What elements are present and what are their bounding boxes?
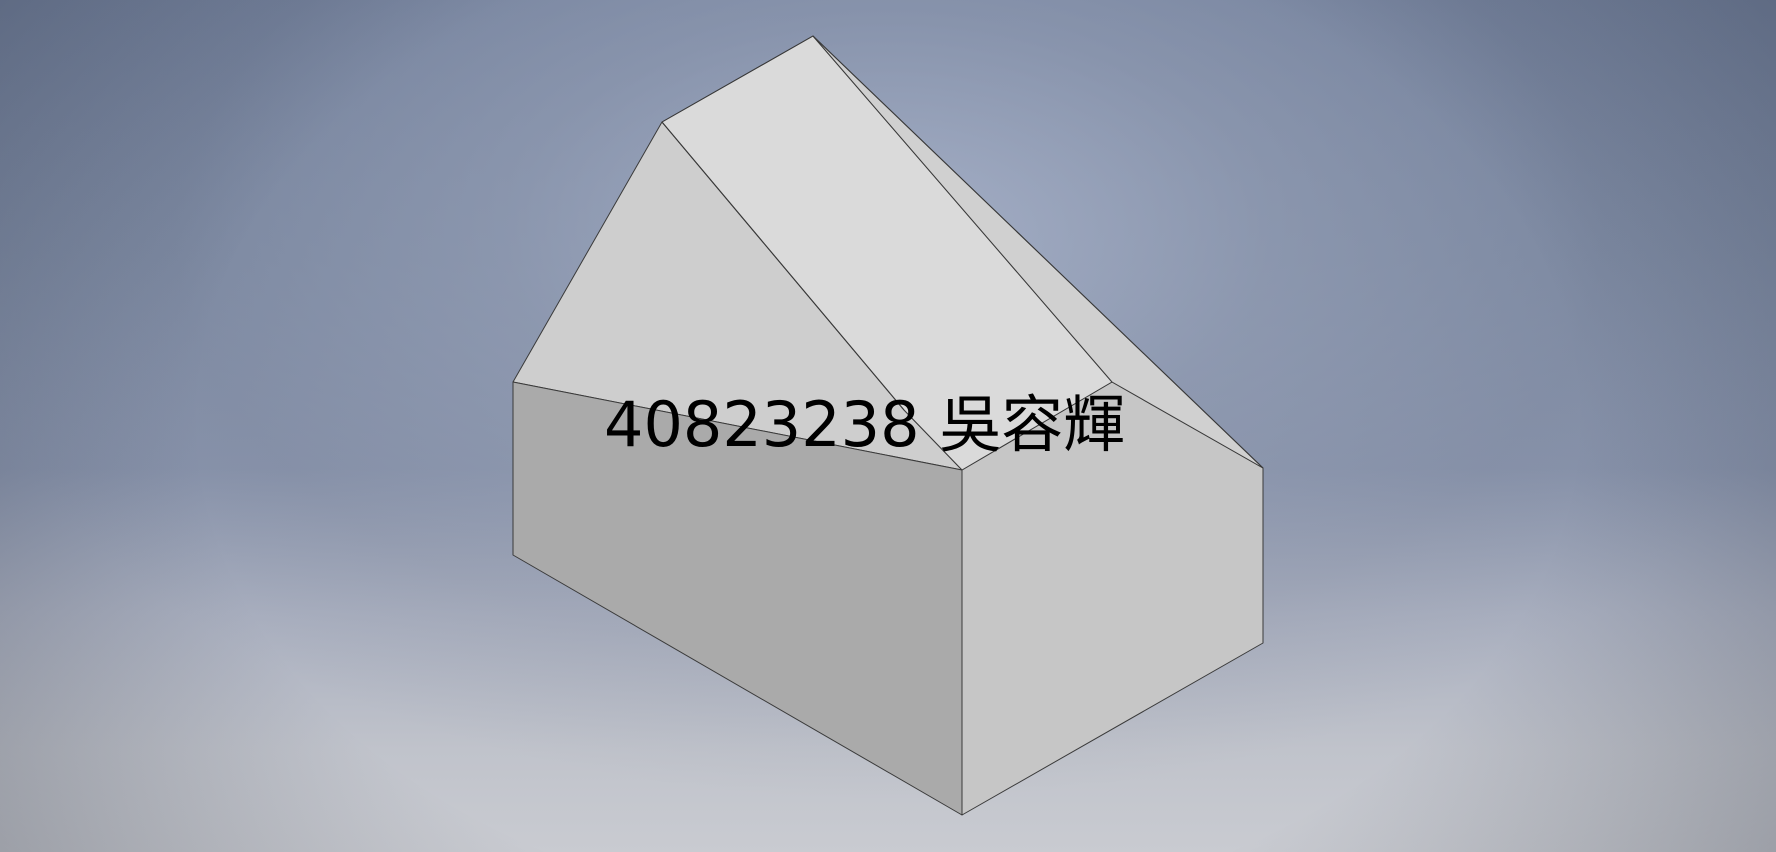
3d-viewport[interactable]: 40823238 吳容輝 <box>0 0 1776 852</box>
student-id-name-label: 40823238 吳容輝 <box>604 388 1126 461</box>
